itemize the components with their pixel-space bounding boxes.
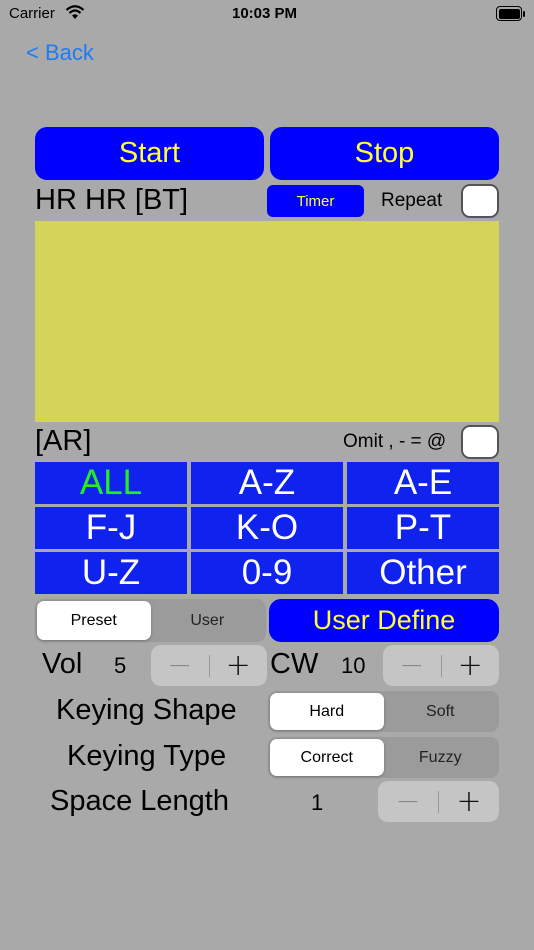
- group-other-button[interactable]: Other: [347, 552, 499, 594]
- segment-correct[interactable]: Correct: [270, 739, 384, 776]
- morse-display-area: [35, 221, 499, 422]
- cw-increment-button[interactable]: +: [442, 650, 500, 681]
- group-all-button[interactable]: ALL: [35, 462, 187, 504]
- omit-checkbox[interactable]: [461, 425, 499, 459]
- preset-user-segmented-control: Preset User: [35, 599, 266, 642]
- segment-soft[interactable]: Soft: [384, 693, 498, 730]
- repeat-checkbox[interactable]: [461, 184, 499, 218]
- group-u-z-button[interactable]: U-Z: [35, 552, 187, 594]
- vol-decrement-button[interactable]: −: [151, 650, 209, 681]
- segment-fuzzy[interactable]: Fuzzy: [384, 739, 498, 776]
- status-bar: Carrier 10:03 PM: [0, 0, 534, 30]
- space-length-label: Space Length: [50, 785, 229, 817]
- battery-icon: [496, 6, 525, 21]
- start-button[interactable]: Start: [35, 127, 264, 180]
- group-a-z-button[interactable]: A-Z: [191, 462, 343, 504]
- vol-stepper: − +: [151, 645, 267, 686]
- keying-shape-label: Keying Shape: [56, 694, 237, 726]
- segment-preset[interactable]: Preset: [37, 601, 151, 640]
- segment-user[interactable]: User: [151, 601, 265, 640]
- prosign-top-label: HR HR [BT]: [35, 184, 189, 216]
- keying-type-label: Keying Type: [67, 740, 227, 772]
- vol-value: 5: [114, 653, 127, 678]
- vol-label: Vol: [42, 648, 83, 680]
- group-k-o-button[interactable]: K-O: [191, 507, 343, 549]
- wifi-icon: [65, 5, 85, 19]
- stop-button[interactable]: Stop: [270, 127, 499, 180]
- keying-type-segmented-control: Correct Fuzzy: [268, 737, 499, 778]
- cw-value: 10: [341, 653, 366, 678]
- clock: 10:03 PM: [232, 5, 298, 22]
- space-length-stepper: − +: [378, 781, 499, 822]
- cw-label: CW: [270, 648, 319, 680]
- group-0-9-button[interactable]: 0-9: [191, 552, 343, 594]
- cw-decrement-button[interactable]: −: [383, 650, 441, 681]
- cw-stepper: − +: [383, 645, 499, 686]
- group-a-e-button[interactable]: A-E: [347, 462, 499, 504]
- carrier-label: Carrier: [9, 5, 55, 22]
- repeat-label: Repeat: [381, 190, 443, 211]
- space-length-value: 1: [311, 790, 324, 815]
- prosign-bottom-label: [AR]: [35, 425, 92, 457]
- back-button[interactable]: < Back: [26, 40, 94, 66]
- vol-increment-button[interactable]: +: [210, 650, 268, 681]
- space-length-increment-button[interactable]: +: [439, 786, 499, 817]
- timer-button[interactable]: Timer: [267, 185, 364, 217]
- space-length-decrement-button[interactable]: −: [378, 786, 438, 817]
- omit-label: Omit , - = @: [343, 431, 447, 452]
- segment-hard[interactable]: Hard: [270, 693, 384, 730]
- group-f-j-button[interactable]: F-J: [35, 507, 187, 549]
- user-define-button[interactable]: User Define: [269, 599, 499, 642]
- group-p-t-button[interactable]: P-T: [347, 507, 499, 549]
- keying-shape-segmented-control: Hard Soft: [268, 691, 499, 732]
